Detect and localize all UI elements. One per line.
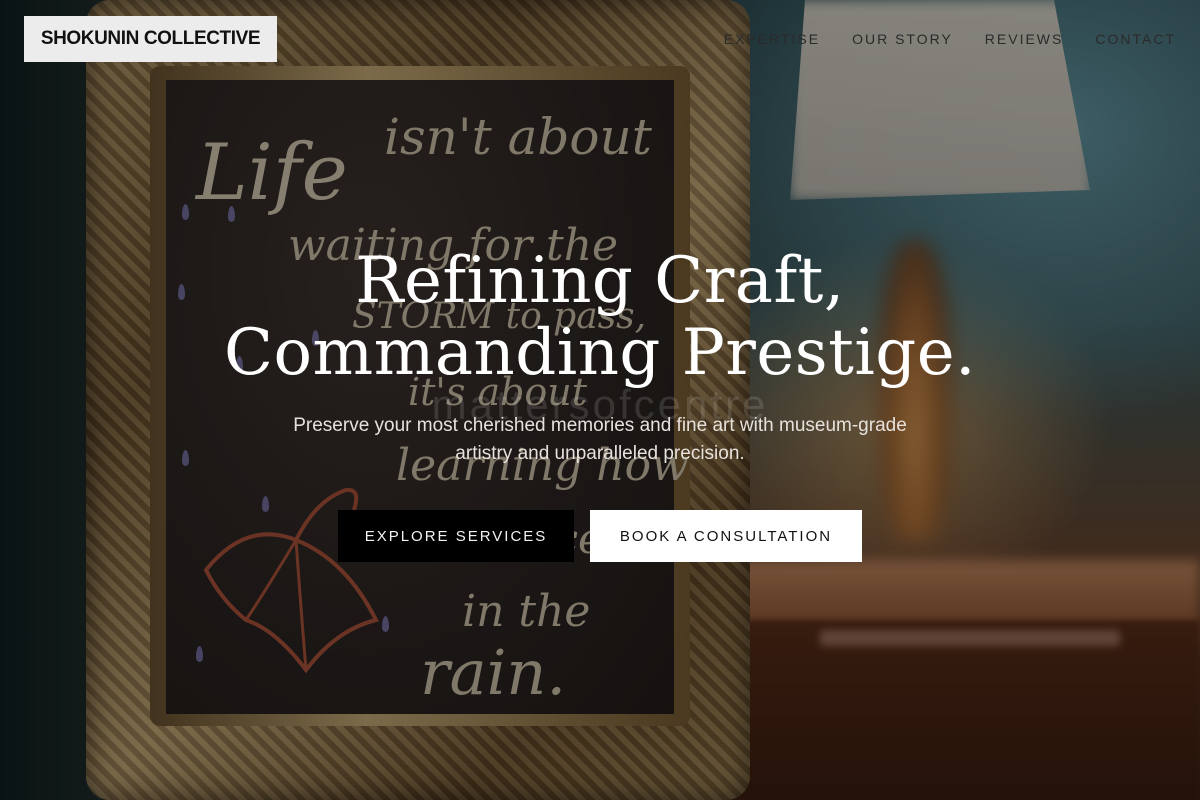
book-consultation-button[interactable]: BOOK A CONSULTATION: [590, 510, 862, 562]
nav-item-reviews[interactable]: REVIEWS: [985, 28, 1064, 50]
nav-item-contact[interactable]: CONTACT: [1095, 28, 1176, 50]
hero-content: mattersofcentre Refining Craft, Commandi…: [0, 245, 1200, 562]
hero-section: Life isn't about waiting for the STORM t…: [0, 0, 1200, 800]
hero-title-line-2: Commanding Prestige.: [224, 316, 976, 390]
nav-item-expertise[interactable]: EXPERTISE: [724, 28, 820, 50]
nav-item-our-story[interactable]: OUR STORY: [852, 28, 953, 50]
explore-services-button[interactable]: EXPLORE SERVICES: [338, 510, 574, 562]
brand-logo[interactable]: SHOKUNIN COLLECTIVE: [24, 16, 277, 62]
watermark-text: mattersofcentre: [431, 381, 769, 428]
hero-title: Refining Craft, Commanding Prestige.: [0, 245, 1200, 389]
main-nav: EXPERTISE OUR STORY REVIEWS CONTACT: [724, 28, 1176, 50]
cta-row: EXPLORE SERVICES BOOK A CONSULTATION: [0, 510, 1200, 562]
hero-title-line-1: Refining Craft,: [355, 244, 845, 318]
